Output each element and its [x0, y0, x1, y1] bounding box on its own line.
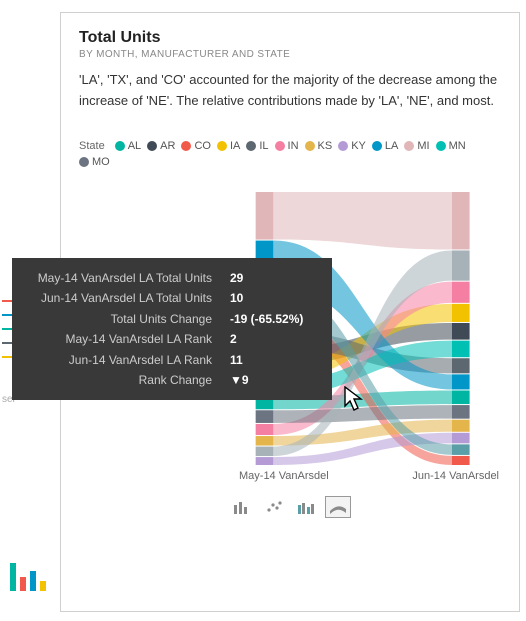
legend-swatch [246, 141, 256, 151]
legend-swatch [181, 141, 191, 151]
legend-label-text: IL [259, 140, 268, 152]
tooltip-value: 29 [230, 268, 318, 288]
legend-label-text: KY [351, 140, 366, 152]
legend-item-mi[interactable]: MI [404, 140, 429, 152]
x-axis: May-14 VanArsdel Jun-14 VanArsdel [79, 466, 501, 482]
legend-item-ar[interactable]: AR [147, 140, 175, 152]
tooltip-row: Total Units Change -19 (-65.52%) [26, 309, 318, 329]
legend-label-text: KS [318, 140, 333, 152]
legend-swatch [115, 141, 125, 151]
legend-swatch [338, 141, 348, 151]
legend-swatch [305, 141, 315, 151]
legend-item-il[interactable]: IL [246, 140, 268, 152]
tooltip-row: Jun-14 VanArsdel LA Total Units 10 [26, 288, 318, 308]
tooltip-label: Jun-14 VanArsdel LA Rank [26, 350, 212, 370]
legend-label-text: IN [288, 140, 299, 152]
legend-item-mn[interactable]: MN [436, 140, 466, 152]
tooltip-value: 2 [230, 329, 318, 349]
tooltip-label: Rank Change [26, 370, 212, 390]
legend-label-text: MI [417, 140, 429, 152]
hover-tooltip: May-14 VanArsdel LA Total Units29Jun-14 … [12, 258, 332, 400]
tooltip-label: May-14 VanArsdel LA Total Units [26, 268, 212, 288]
tooltip-row: Rank Change ▼9 [26, 370, 318, 390]
legend-label-text: CO [194, 140, 211, 152]
legend-swatch [372, 141, 382, 151]
tooltip-row: May-14 VanArsdel LA Total Units 29 [26, 268, 318, 288]
axis-label-left: May-14 VanArsdel [239, 470, 329, 482]
tooltip-label: Jun-14 VanArsdel LA Total Units [26, 288, 212, 308]
legend-label-text: IA [230, 140, 240, 152]
insight-text: 'LA', 'TX', and 'CO' accounted for the m… [79, 70, 501, 112]
legend-item-ia[interactable]: IA [217, 140, 240, 152]
legend-swatch [217, 141, 227, 151]
chart-type-column[interactable] [229, 496, 255, 518]
tooltip-row: Jun-14 VanArsdel LA Rank 11 [26, 350, 318, 370]
chart-type-scatter[interactable] [261, 496, 287, 518]
legend-swatch [147, 141, 157, 151]
legend-swatch [404, 141, 414, 151]
legend-item-mo[interactable]: MO [79, 156, 110, 168]
tooltip-label: Total Units Change [26, 309, 212, 329]
legend-item-ks[interactable]: KS [305, 140, 333, 152]
chart-subtitle: BY MONTH, MANUFACTURER AND STATE [79, 49, 501, 60]
legend-item-in[interactable]: IN [275, 140, 299, 152]
tooltip-value: 11 [230, 350, 318, 370]
chart-type-ribbon[interactable] [325, 496, 351, 518]
fragment-bars [10, 563, 46, 591]
legend-item-la[interactable]: LA [372, 140, 398, 152]
tooltip-row: May-14 VanArsdel LA Rank 2 [26, 329, 318, 349]
tooltip-value: 10 [230, 288, 318, 308]
legend-field-label: State [79, 140, 105, 152]
legend: State AL AR CO IA IL IN KS KY LA MI MN MO [79, 140, 501, 168]
legend-label-text: MN [449, 140, 466, 152]
tooltip-value: -19 (-65.52%) [230, 309, 318, 329]
chart-type-clustered[interactable] [293, 496, 319, 518]
legend-swatch [275, 141, 285, 151]
tooltip-value: ▼9 [230, 370, 318, 390]
legend-item-co[interactable]: CO [181, 140, 211, 152]
legend-label-text: AR [160, 140, 175, 152]
chart-title: Total Units [79, 29, 501, 47]
tooltip-label: May-14 VanArsdel LA Rank [26, 329, 212, 349]
axis-label-right: Jun-14 VanArsdel [412, 470, 499, 482]
legend-label-text: AL [128, 140, 141, 152]
legend-swatch [436, 141, 446, 151]
legend-item-al[interactable]: AL [115, 140, 141, 152]
chart-type-switcher [79, 496, 501, 518]
legend-label-text: LA [385, 140, 398, 152]
legend-swatch [79, 157, 89, 167]
legend-item-ky[interactable]: KY [338, 140, 366, 152]
legend-label-text: MO [92, 156, 110, 168]
